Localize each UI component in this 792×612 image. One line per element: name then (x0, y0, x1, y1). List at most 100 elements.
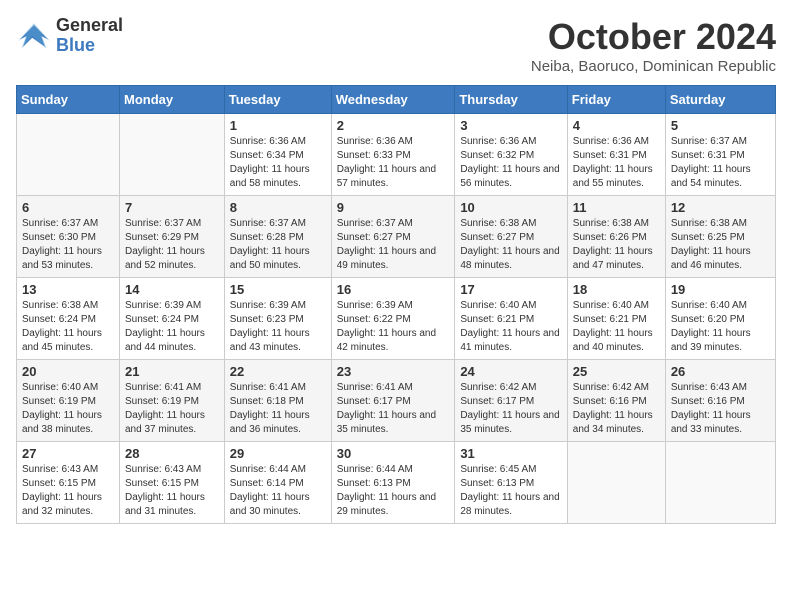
calendar-cell: 17 Sunrise: 6:40 AM Sunset: 6:21 PM Dayli… (455, 278, 567, 360)
calendar-cell: 15 Sunrise: 6:39 AM Sunset: 6:23 PM Dayli… (224, 278, 331, 360)
day-info: Sunrise: 6:37 AM Sunset: 6:31 PM Dayligh… (671, 135, 770, 191)
day-number: 30 (337, 446, 450, 461)
logo: General Blue (16, 16, 123, 56)
day-info: Sunrise: 6:36 AM Sunset: 6:31 PM Dayligh… (573, 135, 660, 191)
day-info: Sunrise: 6:44 AM Sunset: 6:13 PM Dayligh… (337, 463, 450, 519)
day-number: 17 (460, 282, 561, 297)
day-info: Sunrise: 6:41 AM Sunset: 6:17 PM Dayligh… (337, 381, 450, 437)
calendar-cell: 14Sunrise: 6:39 AM Sunset: 6:24 PM Dayli… (120, 278, 225, 360)
day-number: 23 (337, 364, 450, 379)
day-info: Sunrise: 6:38 AM Sunset: 6:24 PM Dayligh… (22, 299, 114, 355)
day-number: 31 (460, 446, 561, 461)
day-number: 3 (460, 118, 561, 133)
day-info: Sunrise: 6:36 AM Sunset: 6:32 PM Dayligh… (460, 135, 561, 191)
page-header: General Blue October 2024 Neiba, Baoruco… (16, 16, 776, 75)
calendar-cell: 11 Sunrise: 6:38 AM Sunset: 6:26 PM Dayli… (567, 196, 665, 278)
calendar-cell (665, 442, 775, 524)
day-number: 29 (230, 446, 326, 461)
day-number: 16 (337, 282, 450, 297)
day-info: Sunrise: 6:36 AM Sunset: 6:33 PM Dayligh… (337, 135, 450, 191)
calendar-cell: 3 Sunrise: 6:36 AM Sunset: 6:32 PM Daylig… (455, 114, 567, 196)
calendar-cell (17, 114, 120, 196)
calendar-week-row: 27 Sunrise: 6:43 AM Sunset: 6:15 PM Dayli… (17, 442, 776, 524)
calendar-header-row: SundayMondayTuesdayWednesdayThursdayFrid… (17, 86, 776, 114)
calendar-cell: 19 Sunrise: 6:40 AM Sunset: 6:20 PM Dayli… (665, 278, 775, 360)
calendar-week-row: 1 Sunrise: 6:36 AM Sunset: 6:34 PM Daylig… (17, 114, 776, 196)
calendar-cell: 28 Sunrise: 6:43 AM Sunset: 6:15 PM Dayli… (120, 442, 225, 524)
day-number: 15 (230, 282, 326, 297)
calendar-cell: 30 Sunrise: 6:44 AM Sunset: 6:13 PM Dayli… (331, 442, 455, 524)
title-block: October 2024 Neiba, Baoruco, Dominican R… (531, 16, 776, 75)
day-info: Sunrise: 6:38 AM Sunset: 6:26 PM Dayligh… (573, 217, 660, 273)
calendar-cell: 21 Sunrise: 6:41 AM Sunset: 6:19 PM Dayli… (120, 360, 225, 442)
day-number: 2 (337, 118, 450, 133)
col-header-monday: Monday (120, 86, 225, 114)
calendar-cell: 10Sunrise: 6:38 AM Sunset: 6:27 PM Dayli… (455, 196, 567, 278)
calendar-cell: 2 Sunrise: 6:36 AM Sunset: 6:33 PM Daylig… (331, 114, 455, 196)
calendar-week-row: 20Sunrise: 6:40 AM Sunset: 6:19 PM Dayli… (17, 360, 776, 442)
day-number: 11 (573, 200, 660, 215)
calendar-cell: 29 Sunrise: 6:44 AM Sunset: 6:14 PM Dayli… (224, 442, 331, 524)
calendar-cell: 27 Sunrise: 6:43 AM Sunset: 6:15 PM Dayli… (17, 442, 120, 524)
calendar-cell: 22Sunrise: 6:41 AM Sunset: 6:18 PM Dayli… (224, 360, 331, 442)
calendar-cell: 13 Sunrise: 6:38 AM Sunset: 6:24 PM Dayli… (17, 278, 120, 360)
day-info: Sunrise: 6:43 AM Sunset: 6:16 PM Dayligh… (671, 381, 770, 437)
col-header-saturday: Saturday (665, 86, 775, 114)
day-number: 19 (671, 282, 770, 297)
col-header-friday: Friday (567, 86, 665, 114)
day-info: Sunrise: 6:39 AM Sunset: 6:24 PM Dayligh… (125, 299, 219, 355)
calendar-cell: 6Sunrise: 6:37 AM Sunset: 6:30 PM Daylig… (17, 196, 120, 278)
day-number: 7 (125, 200, 219, 215)
calendar-cell: 5 Sunrise: 6:37 AM Sunset: 6:31 PM Daylig… (665, 114, 775, 196)
day-info: Sunrise: 6:38 AM Sunset: 6:25 PM Dayligh… (671, 217, 770, 273)
calendar-cell: 20Sunrise: 6:40 AM Sunset: 6:19 PM Dayli… (17, 360, 120, 442)
day-info: Sunrise: 6:42 AM Sunset: 6:17 PM Dayligh… (460, 381, 561, 437)
day-number: 9 (337, 200, 450, 215)
logo-icon (16, 21, 52, 51)
day-number: 28 (125, 446, 219, 461)
calendar-table: SundayMondayTuesdayWednesdayThursdayFrid… (16, 85, 776, 524)
day-number: 6 (22, 200, 114, 215)
day-info: Sunrise: 6:43 AM Sunset: 6:15 PM Dayligh… (125, 463, 219, 519)
day-number: 27 (22, 446, 114, 461)
day-number: 26 (671, 364, 770, 379)
day-info: Sunrise: 6:37 AM Sunset: 6:27 PM Dayligh… (337, 217, 450, 273)
day-number: 13 (22, 282, 114, 297)
calendar-cell: 24 Sunrise: 6:42 AM Sunset: 6:17 PM Dayli… (455, 360, 567, 442)
calendar-cell: 12Sunrise: 6:38 AM Sunset: 6:25 PM Dayli… (665, 196, 775, 278)
day-number: 5 (671, 118, 770, 133)
day-info: Sunrise: 6:40 AM Sunset: 6:20 PM Dayligh… (671, 299, 770, 355)
day-info: Sunrise: 6:39 AM Sunset: 6:23 PM Dayligh… (230, 299, 326, 355)
day-info: Sunrise: 6:40 AM Sunset: 6:21 PM Dayligh… (460, 299, 561, 355)
day-info: Sunrise: 6:41 AM Sunset: 6:19 PM Dayligh… (125, 381, 219, 437)
calendar-cell: 7 Sunrise: 6:37 AM Sunset: 6:29 PM Daylig… (120, 196, 225, 278)
day-info: Sunrise: 6:37 AM Sunset: 6:29 PM Dayligh… (125, 217, 219, 273)
day-info: Sunrise: 6:40 AM Sunset: 6:19 PM Dayligh… (22, 381, 114, 437)
day-info: Sunrise: 6:38 AM Sunset: 6:27 PM Dayligh… (460, 217, 561, 273)
logo-text-line2: Blue (56, 36, 123, 56)
day-number: 25 (573, 364, 660, 379)
day-info: Sunrise: 6:39 AM Sunset: 6:22 PM Dayligh… (337, 299, 450, 355)
col-header-thursday: Thursday (455, 86, 567, 114)
day-info: Sunrise: 6:37 AM Sunset: 6:28 PM Dayligh… (230, 217, 326, 273)
calendar-cell: 18 Sunrise: 6:40 AM Sunset: 6:21 PM Dayli… (567, 278, 665, 360)
day-number: 24 (460, 364, 561, 379)
month-title: October 2024 (531, 16, 776, 58)
logo-text-line1: General (56, 16, 123, 36)
col-header-sunday: Sunday (17, 86, 120, 114)
day-number: 1 (230, 118, 326, 133)
day-info: Sunrise: 6:40 AM Sunset: 6:21 PM Dayligh… (573, 299, 660, 355)
day-info: Sunrise: 6:36 AM Sunset: 6:34 PM Dayligh… (230, 135, 326, 191)
calendar-week-row: 13 Sunrise: 6:38 AM Sunset: 6:24 PM Dayli… (17, 278, 776, 360)
day-info: Sunrise: 6:43 AM Sunset: 6:15 PM Dayligh… (22, 463, 114, 519)
calendar-cell: 9 Sunrise: 6:37 AM Sunset: 6:27 PM Daylig… (331, 196, 455, 278)
calendar-week-row: 6Sunrise: 6:37 AM Sunset: 6:30 PM Daylig… (17, 196, 776, 278)
day-number: 21 (125, 364, 219, 379)
calendar-cell: 16 Sunrise: 6:39 AM Sunset: 6:22 PM Dayli… (331, 278, 455, 360)
calendar-cell (567, 442, 665, 524)
day-number: 4 (573, 118, 660, 133)
day-info: Sunrise: 6:44 AM Sunset: 6:14 PM Dayligh… (230, 463, 326, 519)
day-number: 18 (573, 282, 660, 297)
calendar-cell (120, 114, 225, 196)
calendar-cell: 8Sunrise: 6:37 AM Sunset: 6:28 PM Daylig… (224, 196, 331, 278)
